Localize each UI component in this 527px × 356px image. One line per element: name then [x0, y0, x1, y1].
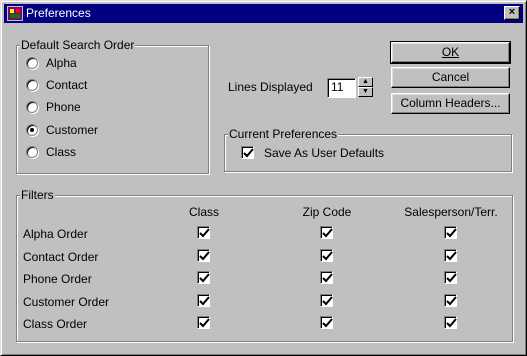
search-order-label: Default Search Order: [20, 38, 136, 52]
filter-checkbox[interactable]: [320, 271, 333, 284]
search-order-option-label: Customer: [46, 123, 99, 137]
checkmark-icon: [446, 251, 457, 261]
filter-checkbox[interactable]: [444, 271, 457, 284]
ok-label: OK: [441, 45, 460, 59]
column-headers-button[interactable]: Column Headers...: [391, 93, 510, 114]
app-icon: [7, 6, 23, 21]
filter-checkbox[interactable]: [444, 249, 457, 262]
checkmark-icon: [322, 228, 333, 238]
filter-checkbox[interactable]: [197, 271, 210, 284]
filter-checkbox[interactable]: [320, 316, 333, 329]
lines-displayed-label: Lines Displayed: [228, 80, 313, 94]
filters-row-label: Customer Order: [23, 295, 110, 309]
search-order-option-label: Phone: [46, 100, 81, 114]
radio-button[interactable]: [26, 146, 38, 158]
checkmark-icon: [322, 273, 333, 283]
lines-down-button[interactable]: ▼: [358, 87, 373, 97]
lines-up-button[interactable]: ▲: [358, 77, 373, 87]
save-defaults-checkbox[interactable]: [241, 146, 254, 159]
search-order-group: Default Search Order: [16, 38, 209, 174]
checkmark-icon: [199, 251, 210, 261]
checkmark-icon: [446, 296, 457, 306]
filter-checkbox[interactable]: [197, 249, 210, 262]
checkmark-icon: [446, 318, 457, 328]
title-bar[interactable]: Preferences ×: [4, 4, 523, 23]
filters-row-label: Contact Order: [23, 250, 99, 264]
close-button[interactable]: ×: [504, 6, 520, 20]
search-order-option-label: Alpha: [46, 56, 77, 70]
arrow-down-icon: ▼: [362, 88, 369, 95]
checkmark-icon: [446, 273, 457, 283]
arrow-up-icon: ▲: [362, 78, 369, 85]
ok-button[interactable]: OK: [390, 41, 511, 64]
filter-checkbox[interactable]: [197, 316, 210, 329]
radio-button[interactable]: [26, 124, 38, 136]
checkmark-icon: [199, 228, 210, 238]
filter-checkbox[interactable]: [197, 294, 210, 307]
filters-column-header: Class: [188, 205, 220, 219]
filter-checkbox[interactable]: [320, 249, 333, 262]
checkmark-icon: [199, 296, 210, 306]
filter-checkbox[interactable]: [444, 316, 457, 329]
search-order-option-label: Class: [46, 145, 77, 159]
window-title: Preferences: [26, 6, 91, 20]
filters-row-label: Class Order: [23, 317, 88, 331]
preferences-dialog: Preferences × Default Search Order Alpha…: [0, 0, 527, 356]
filters-column-header: Salesperson/Terr.: [404, 205, 498, 219]
checkmark-icon: [322, 296, 333, 306]
filters-label: Filters: [20, 188, 55, 202]
filter-checkbox[interactable]: [444, 226, 457, 239]
save-defaults-label: Save As User Defaults: [264, 146, 385, 160]
cancel-label: Cancel: [431, 70, 470, 84]
lines-displayed-input[interactable]: 11: [327, 78, 356, 98]
filters-row-label: Alpha Order: [23, 227, 88, 241]
filter-checkbox[interactable]: [320, 226, 333, 239]
filter-checkbox[interactable]: [444, 294, 457, 307]
radio-dot-icon: [30, 128, 34, 132]
checkmark-icon: [243, 148, 254, 158]
filters-row-label: Phone Order: [23, 272, 92, 286]
checkmark-icon: [199, 318, 210, 328]
filter-checkbox[interactable]: [197, 226, 210, 239]
search-order-option-label: Contact: [46, 78, 88, 92]
radio-button[interactable]: [26, 79, 38, 91]
checkmark-icon: [322, 251, 333, 261]
current-preferences-label: Current Preferences: [228, 127, 339, 141]
checkmark-icon: [199, 273, 210, 283]
filters-column-header: Zip Code: [302, 205, 352, 219]
close-icon: ×: [508, 6, 516, 18]
radio-button[interactable]: [26, 101, 38, 113]
column-headers-label: Column Headers...: [400, 96, 501, 110]
checkmark-icon: [322, 318, 333, 328]
cancel-button[interactable]: Cancel: [391, 67, 510, 88]
checkmark-icon: [446, 228, 457, 238]
radio-button[interactable]: [26, 57, 38, 69]
filter-checkbox[interactable]: [320, 294, 333, 307]
